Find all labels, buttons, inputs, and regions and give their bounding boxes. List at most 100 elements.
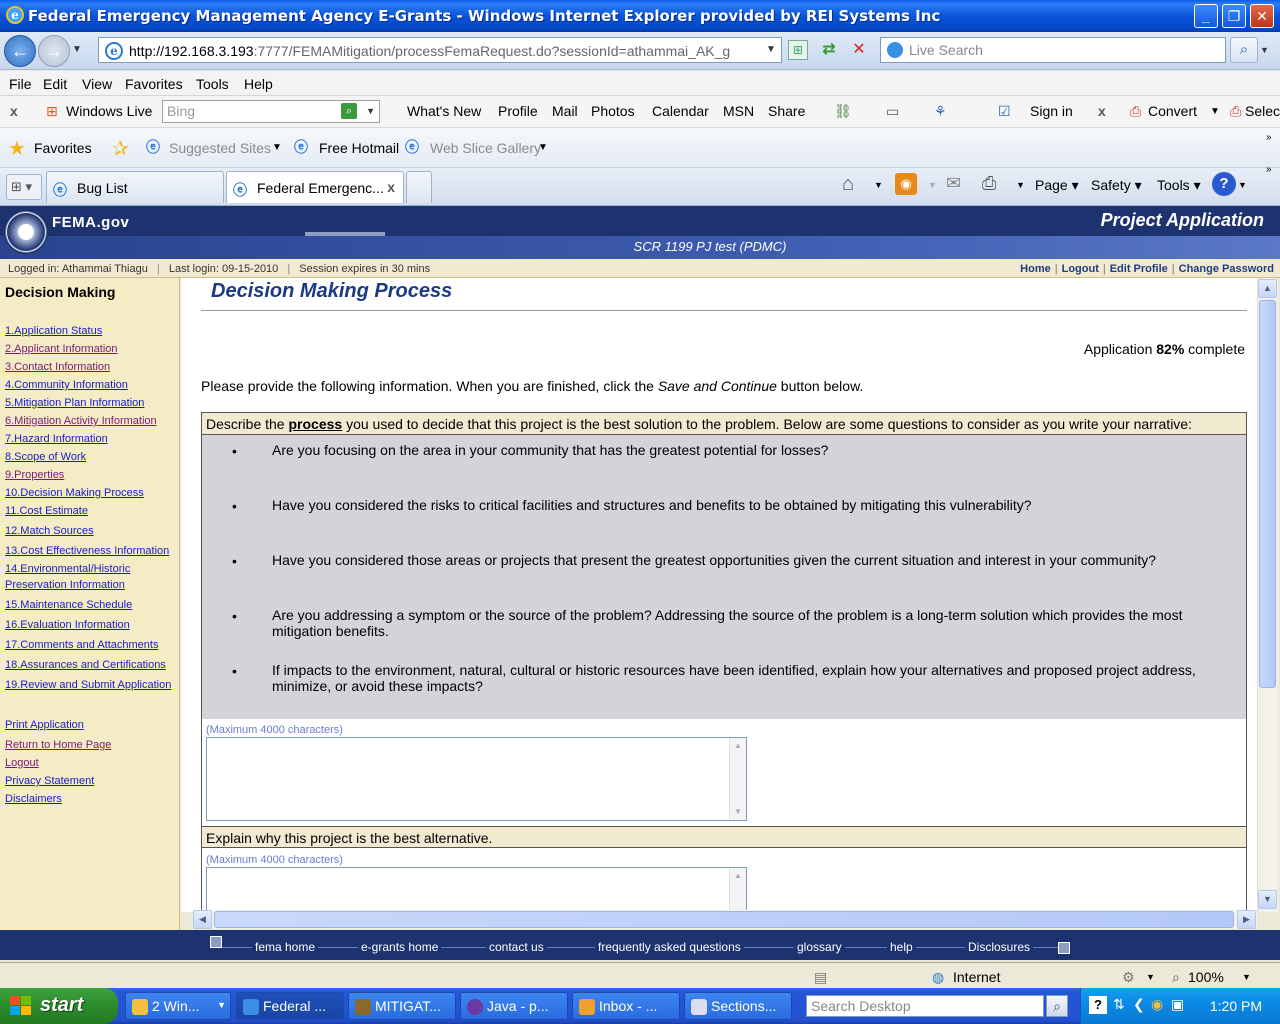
nav-application-status[interactable]: 1.Application Status [5, 323, 102, 339]
zoom-level[interactable]: 100% [1188, 969, 1224, 985]
footer-faq[interactable]: frequently asked questions [595, 940, 744, 954]
close-toolbar-icon[interactable]: x [10, 103, 18, 119]
menu-tools[interactable]: Tools [196, 76, 229, 92]
footer-contact-us[interactable]: contact us [486, 940, 547, 954]
nav-preservation-information[interactable]: Preservation Information [5, 577, 125, 593]
convert-button[interactable]: Convert [1148, 103, 1197, 119]
task-group-dropdown-icon[interactable]: ▼ [217, 1000, 226, 1010]
task-windows-explorer[interactable]: 2 Win... ▼ [125, 992, 231, 1020]
feeds-dropdown-icon[interactable]: ▼ [928, 180, 937, 190]
nav-cost-estimate[interactable]: 11.Cost Estimate [5, 503, 88, 519]
bing-go-icon[interactable]: ⌕ [341, 103, 357, 119]
refresh-icon[interactable]: ⇄ [818, 40, 840, 60]
nav-scope-of-work[interactable]: 8.Scope of Work [5, 449, 86, 465]
zoom-dropdown-icon[interactable]: ▼ [1242, 972, 1251, 982]
tools-menu[interactable]: Tools ▾ [1157, 177, 1201, 194]
translate-icon[interactable]: ⚘ [934, 103, 947, 120]
menu-edit[interactable]: Edit [43, 76, 67, 92]
menu-help[interactable]: Help [244, 76, 273, 92]
select-button[interactable]: Selec [1245, 103, 1280, 119]
home-link[interactable]: Home [1020, 263, 1051, 275]
nav-hazard-information[interactable]: 7.Hazard Information [5, 431, 108, 447]
footer-disclosures[interactable]: Disclosures [965, 940, 1034, 954]
nav-properties[interactable]: 9.Properties [5, 467, 64, 483]
recent-pages-dropdown-icon[interactable]: ▼ [72, 44, 82, 55]
windows-live-brand[interactable]: Windows Live [66, 103, 152, 119]
task-inbox[interactable]: Inbox - ... [572, 992, 680, 1020]
minimize-button[interactable]: _ [1194, 4, 1218, 28]
bing-dropdown-icon[interactable]: ▼ [366, 101, 375, 122]
tray-expand-icon[interactable]: ❮ [1133, 996, 1145, 1013]
window-icon[interactable]: ▭ [886, 103, 899, 120]
menu-favorites[interactable]: Favorites [125, 76, 183, 92]
nav-comments-and-attachments[interactable]: 17.Comments and Attachments [5, 637, 158, 653]
live-msn[interactable]: MSN [723, 103, 754, 119]
scroll-right-button[interactable]: ▶ [1237, 910, 1256, 929]
tab-bug-list[interactable]: ⓔ Bug List [46, 171, 224, 203]
free-hotmail-link[interactable]: Free Hotmail [319, 140, 399, 156]
print-icon[interactable]: ⎙ [982, 173, 996, 194]
suggested-sites-link[interactable]: Suggested Sites [169, 140, 271, 156]
horizontal-scroll-thumb[interactable] [214, 911, 1234, 928]
best-alternative-textarea[interactable]: ▲ [206, 867, 747, 912]
privacy-statement-link[interactable]: Privacy Statement [5, 773, 94, 789]
footer-fema-home[interactable]: fema home [252, 940, 319, 954]
scroll-left-button[interactable]: ◀ [193, 910, 212, 929]
textarea-scrollbar[interactable]: ▲ ▼ [729, 738, 746, 820]
logout-link[interactable]: Logout [1062, 263, 1099, 275]
nav-logout-link[interactable]: Logout [5, 755, 39, 771]
window-title-bar[interactable]: e Federal Emergency Management Agency E-… [0, 0, 1280, 32]
nav-mitigation-plan-information[interactable]: 5.Mitigation Plan Information [5, 395, 144, 411]
search-desktop-input[interactable]: Search Desktop [806, 995, 1044, 1017]
scroll-up-icon[interactable]: ▲ [732, 740, 744, 752]
suggested-sites-dropdown-icon[interactable]: ▼ [272, 142, 282, 153]
scroll-up-icon[interactable]: ▲ [732, 870, 744, 882]
change-password-link[interactable]: Change Password [1179, 263, 1274, 275]
convert-dropdown-icon[interactable]: ▼ [1210, 106, 1220, 117]
task-mitigat[interactable]: MITIGAT... [348, 992, 456, 1020]
home-dropdown-icon[interactable]: ▼ [874, 180, 883, 190]
vertical-scroll-thumb[interactable] [1259, 300, 1276, 688]
nav-cost-effectiveness-information[interactable]: 13.Cost Effectiveness Information [5, 543, 169, 559]
nav-match-sources[interactable]: 12.Match Sources [5, 523, 94, 539]
back-button[interactable]: ← [4, 35, 36, 67]
add-favorites-icon[interactable]: ✰ [112, 136, 129, 161]
tray-arrows-icon[interactable]: ⇅ [1113, 996, 1125, 1013]
decision-process-textarea[interactable]: ▲ ▼ [206, 737, 747, 821]
task-java[interactable]: Java - p... [460, 992, 568, 1020]
scroll-up-button[interactable]: ▲ [1258, 279, 1277, 298]
page-menu[interactable]: Page ▾ [1035, 177, 1079, 194]
search-icon[interactable]: ⌕ [1230, 37, 1258, 63]
forward-button[interactable]: → [38, 35, 70, 67]
compatibility-view-icon[interactable]: ⊞ [788, 40, 808, 60]
scroll-down-icon[interactable]: ▼ [732, 806, 744, 818]
home-icon[interactable]: ⌂ [842, 173, 854, 196]
more-chevron-icon[interactable]: » [1266, 132, 1272, 143]
quick-tabs-icon[interactable]: ⊞ ▾ [6, 174, 42, 200]
stop-icon[interactable]: ✕ [848, 40, 870, 60]
print-application-link[interactable]: Print Application [5, 717, 84, 733]
page-horizontal-scrollbar[interactable]: ◀ ▶ [193, 910, 1257, 929]
scroll-down-button[interactable]: ▼ [1258, 890, 1277, 909]
print-dropdown-icon[interactable]: ▼ [1016, 180, 1025, 190]
menu-file[interactable]: File [9, 76, 32, 92]
protected-mode-dropdown-icon[interactable]: ▼ [1146, 972, 1155, 982]
nav-evaluation-information[interactable]: 16.Evaluation Information [5, 617, 130, 633]
page-vertical-scrollbar[interactable]: ▲ ▼ [1257, 278, 1278, 912]
menu-view[interactable]: View [82, 76, 112, 92]
footer-egrants-home[interactable]: e-grants home [358, 940, 442, 954]
nav-review-and-submit[interactable]: 19.Review and Submit Application [5, 677, 171, 693]
live-search-input[interactable]: Live Search [880, 37, 1226, 63]
new-tab-button[interactable] [406, 171, 432, 203]
address-input[interactable]: e http://192.168.3.193:7777/FEMAMitigati… [98, 37, 782, 63]
live-mail[interactable]: Mail [552, 103, 578, 119]
nav-contact-information[interactable]: 3.Contact Information [5, 359, 110, 375]
task-sections[interactable]: Sections... [684, 992, 792, 1020]
close-toolbar2-icon[interactable]: x [1098, 103, 1106, 119]
web-slice-gallery-link[interactable]: Web Slice Gallery [430, 140, 541, 156]
sign-in-link[interactable]: Sign in [1030, 103, 1073, 119]
nav-assurances-and-certifications[interactable]: 18.Assurances and Certifications [5, 657, 166, 673]
web-slice-dropdown-icon[interactable]: ▼ [538, 142, 548, 153]
desktop-search-icon[interactable]: ⌕ [1046, 995, 1068, 1017]
nav-community-information[interactable]: 4.Community Information [5, 377, 128, 393]
